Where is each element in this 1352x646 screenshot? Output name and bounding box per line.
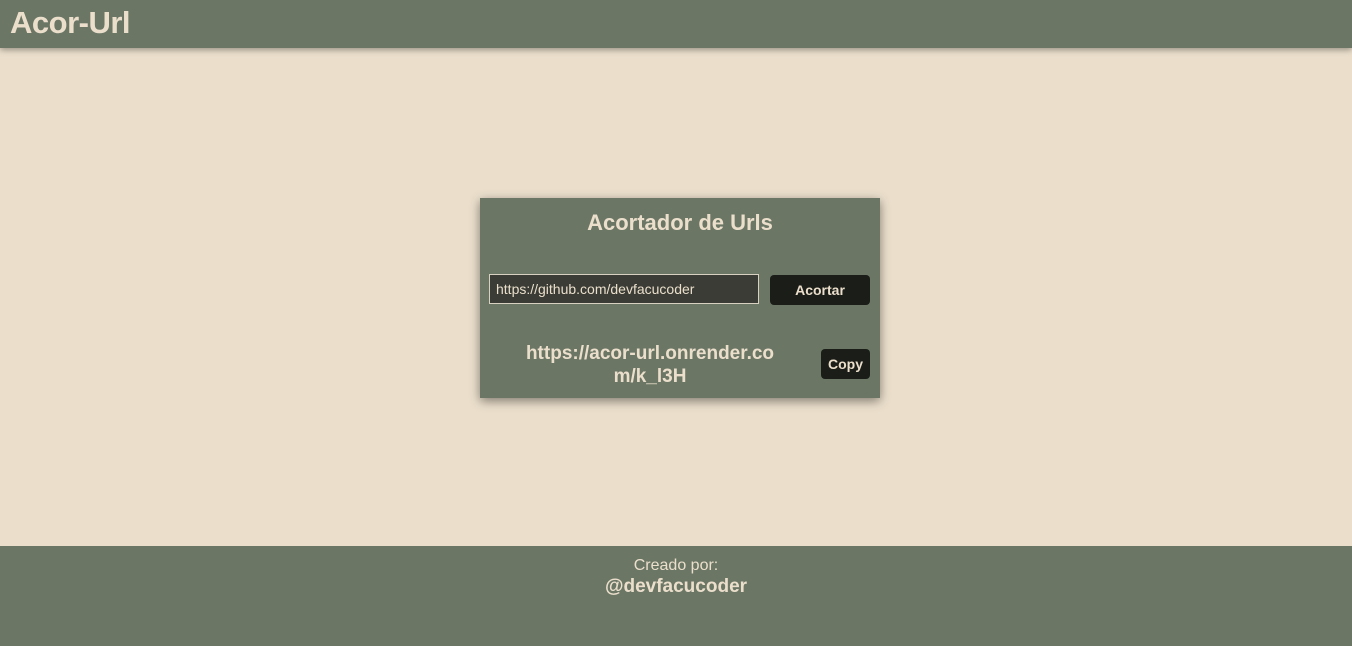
top-navbar: Acor-Url: [0, 0, 1352, 48]
shortener-card: Acortador de Urls Acortar https://acor-u…: [480, 198, 880, 398]
short-url-result[interactable]: https://acor-url.onrender.com/k_l3H: [520, 342, 780, 388]
footer: Creado por: @devfacucoder: [0, 546, 1352, 646]
main-content: Acortador de Urls Acortar https://acor-u…: [0, 48, 1352, 546]
card-title: Acortador de Urls: [587, 210, 773, 235]
footer-caption: Creado por:: [633, 557, 719, 574]
brand-logo-text[interactable]: Acor-Url: [10, 5, 131, 41]
author-handle-link[interactable]: @devfacucoder: [0, 576, 1352, 598]
shorten-button[interactable]: Acortar: [770, 275, 870, 305]
copy-button[interactable]: Copy: [821, 349, 870, 379]
url-input[interactable]: [489, 274, 759, 304]
